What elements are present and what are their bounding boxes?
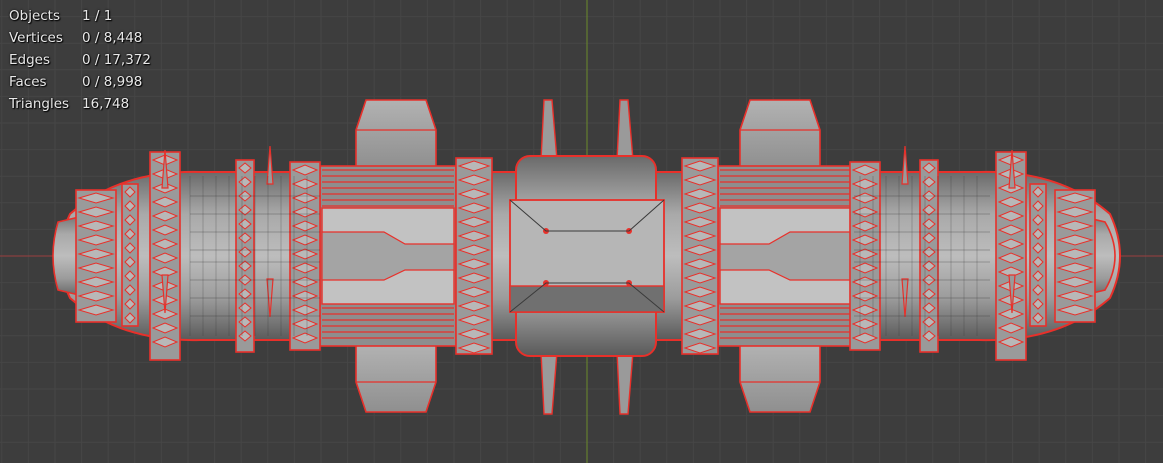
top-fin-left [355,99,437,169]
hull-ring [121,183,139,327]
3d-viewport[interactable]: Objects 1 / 1 Vertices 0 / 8,448 Edges 0… [0,0,1163,463]
panel-section-left [319,165,457,347]
top-fin-right [739,99,821,169]
hull-ring [849,161,881,351]
hull-ring [1029,183,1047,327]
hull-ring [235,159,255,353]
bottom-fin-right [739,344,821,413]
hull-ring [1054,189,1096,323]
antenna-bottom-right [616,351,634,415]
hull-ring [289,161,321,351]
panel-section-right [717,165,855,347]
central-module [509,155,665,357]
viewport-canvas[interactable] [0,0,1163,463]
antenna-top-left [540,99,558,161]
antenna-bottom-left [540,351,558,415]
bottom-fin-left [355,344,437,413]
hull-ring [681,157,719,355]
hull-ring [75,189,117,323]
hull-ring [919,159,939,353]
antenna-top-right [616,99,634,161]
hull-ring [455,157,493,355]
